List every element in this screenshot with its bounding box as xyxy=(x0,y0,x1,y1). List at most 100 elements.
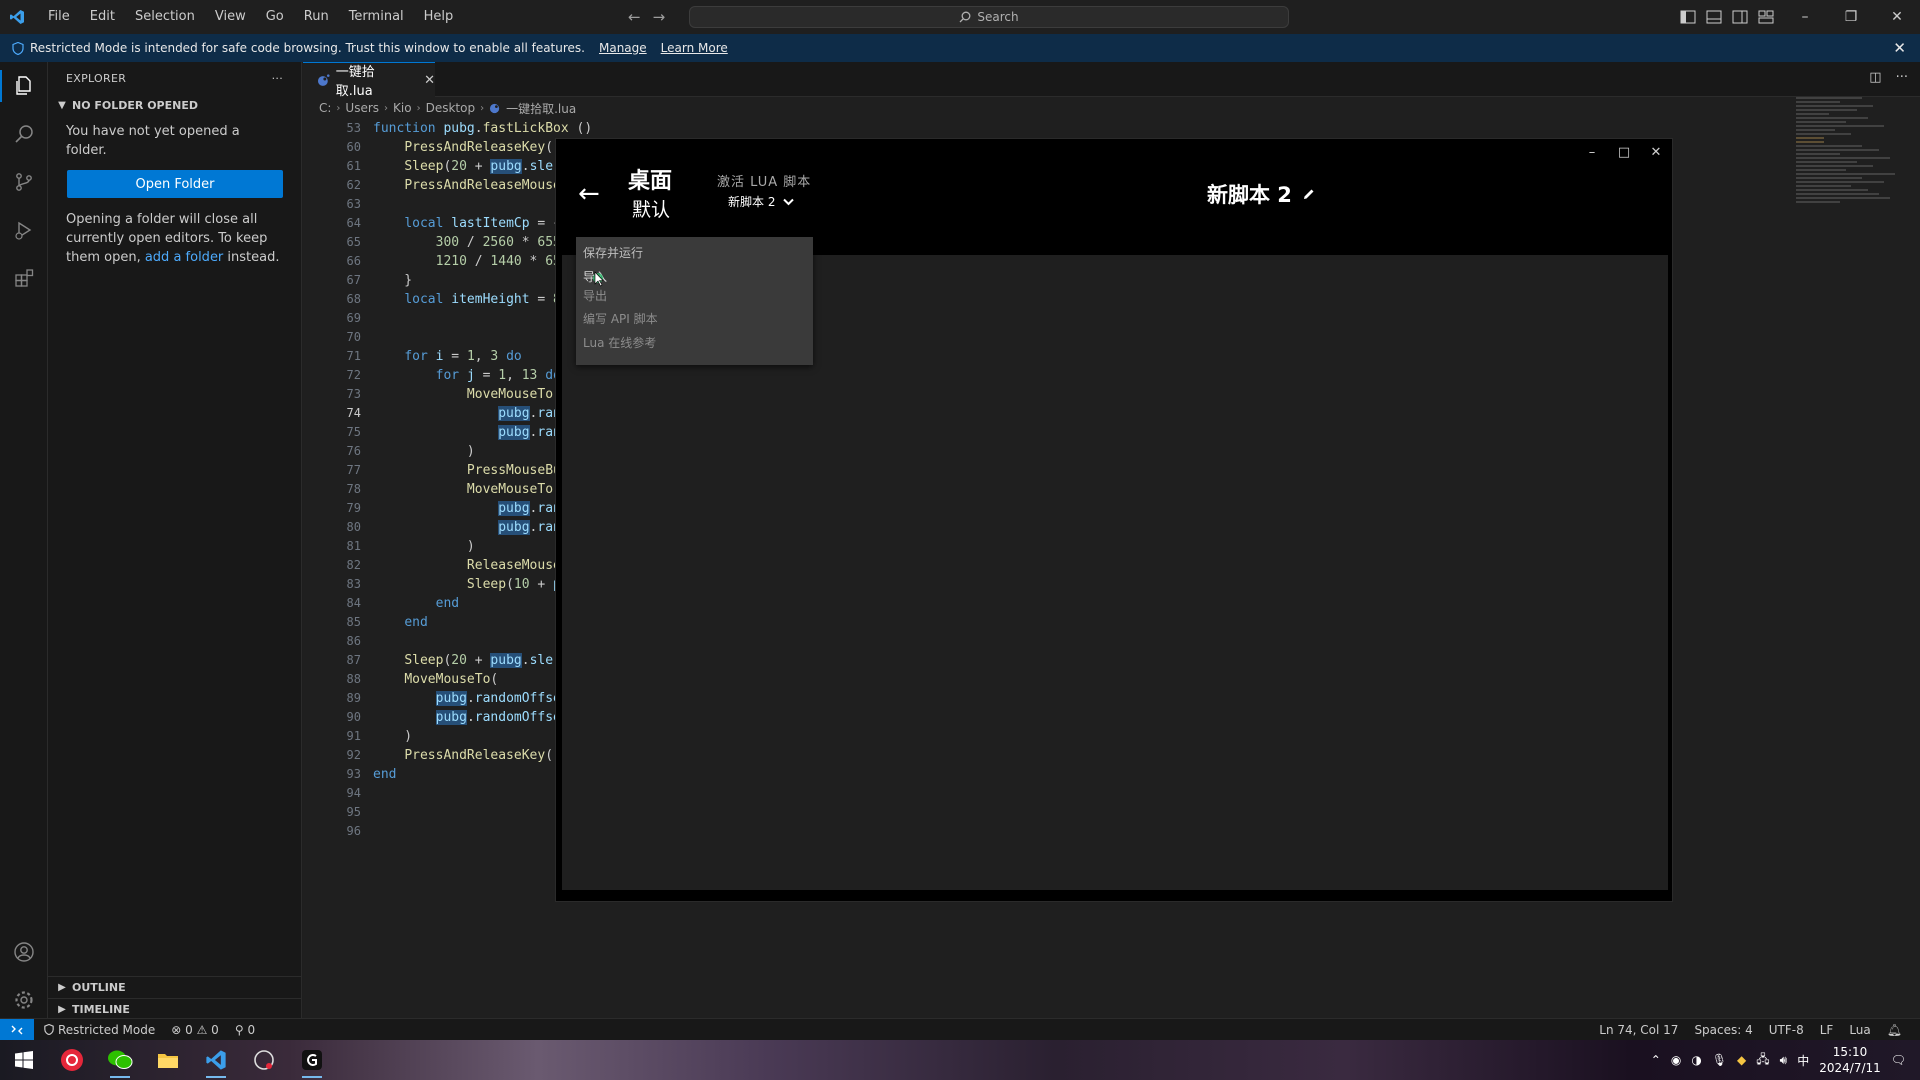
manage-gear-icon[interactable] xyxy=(0,976,48,1024)
vscode-taskbar-icon[interactable] xyxy=(192,1040,240,1080)
wechat-icon[interactable] xyxy=(96,1040,144,1080)
activate-lua-label: 激活 LUA 脚本 xyxy=(717,175,812,190)
open-folder-button[interactable]: Open Folder xyxy=(67,170,283,198)
back-arrow-icon[interactable]: ← xyxy=(628,8,641,26)
logitech-ghub-icon[interactable] xyxy=(288,1040,336,1080)
menu-edit[interactable]: Edit xyxy=(80,0,125,34)
notification-center-icon[interactable]: 🗨︎ xyxy=(1891,1053,1906,1067)
menu-item-write-api-script[interactable]: 编写 API 脚本 xyxy=(576,307,813,331)
command-center-search[interactable]: Search xyxy=(689,6,1289,28)
file-explorer-icon[interactable] xyxy=(144,1040,192,1080)
tray-app2-icon[interactable]: ◑ xyxy=(1691,1053,1701,1067)
warning-count: 0 xyxy=(211,1022,219,1037)
remote-indicator-icon[interactable] xyxy=(0,1018,34,1041)
cursor-position[interactable]: Ln 74, Col 17 xyxy=(1599,1023,1678,1037)
search-view-icon[interactable] xyxy=(0,110,48,158)
netease-music-icon[interactable] xyxy=(48,1040,96,1080)
script-dropdown[interactable]: 新脚本 2 xyxy=(728,193,795,210)
menu-item-export[interactable]: 导出 xyxy=(576,289,813,307)
more-actions-icon[interactable]: ··· xyxy=(272,72,283,85)
learn-more-link[interactable]: Learn More xyxy=(661,41,728,55)
minimap[interactable] xyxy=(1796,97,1906,297)
close-icon[interactable]: ✕ xyxy=(1874,0,1920,34)
windows-taskbar: ⌃ ◉ ◑ 🎙︎ ◆ 🖧 🔊︎ 中 15:10 2024/7/11 🗨︎ xyxy=(0,1040,1920,1080)
language-mode[interactable]: Lua xyxy=(1849,1023,1870,1037)
timeline-title: TIMELINE xyxy=(72,1003,130,1016)
restricted-mode-status[interactable]: Restricted Mode xyxy=(44,1023,155,1037)
overlay-minimize-icon[interactable]: – xyxy=(1576,139,1608,165)
notifications-bell-icon[interactable]: 🔔︎ xyxy=(1887,1023,1902,1037)
selected-script: 新脚本 2 xyxy=(728,195,776,209)
toggle-sidebar-icon[interactable] xyxy=(1680,10,1696,24)
microphone-icon[interactable]: 🎙︎ xyxy=(1712,1053,1727,1067)
split-editor-icon[interactable]: ◫ xyxy=(1869,70,1881,85)
tab-lua-file[interactable]: 一键拾取.lua ✕ xyxy=(303,62,435,99)
explorer-icon[interactable] xyxy=(0,62,48,110)
accounts-icon[interactable] xyxy=(0,928,48,976)
indentation[interactable]: Spaces: 4 xyxy=(1694,1023,1752,1037)
input-method-indicator[interactable]: 中 xyxy=(1797,1052,1809,1069)
chevron-right-icon: › xyxy=(480,102,485,114)
breadcrumb-kio[interactable]: Kio xyxy=(393,101,412,115)
windows-start-icon[interactable] xyxy=(0,1040,48,1080)
breadcrumb-file[interactable]: 一键拾取.lua xyxy=(506,100,576,117)
tray-app-icon[interactable]: ◉ xyxy=(1671,1053,1681,1067)
end-of-line[interactable]: LF xyxy=(1820,1023,1834,1037)
run-debug-icon[interactable] xyxy=(0,206,48,254)
back-arrow-icon[interactable]: ← xyxy=(578,181,600,207)
breadcrumb-drive[interactable]: C: xyxy=(319,101,331,115)
add-folder-link[interactable]: add a folder xyxy=(145,250,223,265)
network-icon[interactable]: 🖧 xyxy=(1756,1050,1769,1071)
forward-arrow-icon[interactable]: → xyxy=(653,8,666,26)
menu-go[interactable]: Go xyxy=(256,0,294,34)
edit-pencil-icon[interactable] xyxy=(1302,187,1316,201)
menu-item-import[interactable]: 导入 xyxy=(576,265,813,289)
editor-more-actions-icon[interactable]: ··· xyxy=(1896,70,1908,85)
status-left: Restricted Mode ⊗ 0 ⚠ 0 ⚲ 0 xyxy=(44,1023,255,1037)
sidebar-bottom-sections: ▶ OUTLINE ▶ TIMELINE xyxy=(48,976,301,1020)
source-control-icon[interactable] xyxy=(0,158,48,206)
banner-close-icon[interactable]: ✕ xyxy=(1893,39,1906,57)
menu-view[interactable]: View xyxy=(205,0,256,34)
tab-close-icon[interactable]: ✕ xyxy=(424,73,435,88)
menu-item-lua-reference[interactable]: Lua 在线参考 xyxy=(576,331,813,355)
no-folder-section-header[interactable]: ▼ NO FOLDER OPENED xyxy=(48,94,301,116)
line-number: 65 xyxy=(346,235,361,249)
line-number: 67 xyxy=(346,273,361,287)
script-title: 新脚本 2 xyxy=(1207,179,1316,209)
ports-status[interactable]: ⚲ 0 xyxy=(235,1023,255,1037)
timeline-section-header[interactable]: ▶ TIMELINE xyxy=(48,998,301,1020)
toggle-secondary-sidebar-icon[interactable] xyxy=(1732,10,1748,24)
breadcrumb-users[interactable]: Users xyxy=(345,101,379,115)
line-number: 62 xyxy=(346,178,361,192)
overlay-maximize-icon[interactable]: □ xyxy=(1608,139,1640,165)
error-icon: ⊗ xyxy=(171,1022,182,1037)
menu-item-save-and-run[interactable]: 保存并运行 xyxy=(576,241,813,265)
encoding[interactable]: UTF-8 xyxy=(1769,1023,1804,1037)
explorer-title: EXPLORER xyxy=(66,71,127,85)
menu-help[interactable]: Help xyxy=(414,0,464,34)
clock-time: 15:10 xyxy=(1832,1045,1868,1059)
clock-app-icon[interactable] xyxy=(240,1040,288,1080)
editor-tabs: 一键拾取.lua ✕ ◫ ··· xyxy=(303,62,1920,99)
overlay-close-icon[interactable]: ✕ xyxy=(1640,139,1672,165)
line-number: 79 xyxy=(346,501,361,515)
breadcrumb-desktop[interactable]: Desktop xyxy=(426,101,476,115)
tray-app3-icon[interactable]: ◆ xyxy=(1737,1053,1746,1067)
extensions-icon[interactable] xyxy=(0,254,48,302)
toggle-panel-icon[interactable] xyxy=(1706,10,1722,24)
menu-file[interactable]: File xyxy=(38,0,80,34)
menu-selection[interactable]: Selection xyxy=(125,0,205,34)
menu-terminal[interactable]: Terminal xyxy=(339,0,414,34)
minimize-icon[interactable]: – xyxy=(1782,0,1828,34)
volume-icon[interactable]: 🔊︎ xyxy=(1780,1053,1788,1068)
tray-overflow-chevron-icon[interactable]: ⌃ xyxy=(1651,1053,1661,1067)
outline-section-header[interactable]: ▶ OUTLINE xyxy=(48,976,301,998)
mouse-cursor-icon xyxy=(593,271,604,287)
customize-layout-icon[interactable] xyxy=(1758,10,1774,24)
restore-icon[interactable]: ❐ xyxy=(1828,0,1874,34)
menu-run[interactable]: Run xyxy=(294,0,339,34)
problems-status[interactable]: ⊗ 0 ⚠ 0 xyxy=(171,1023,219,1037)
system-clock[interactable]: 15:10 2024/7/11 xyxy=(1819,1044,1881,1076)
manage-link[interactable]: Manage xyxy=(599,41,647,55)
